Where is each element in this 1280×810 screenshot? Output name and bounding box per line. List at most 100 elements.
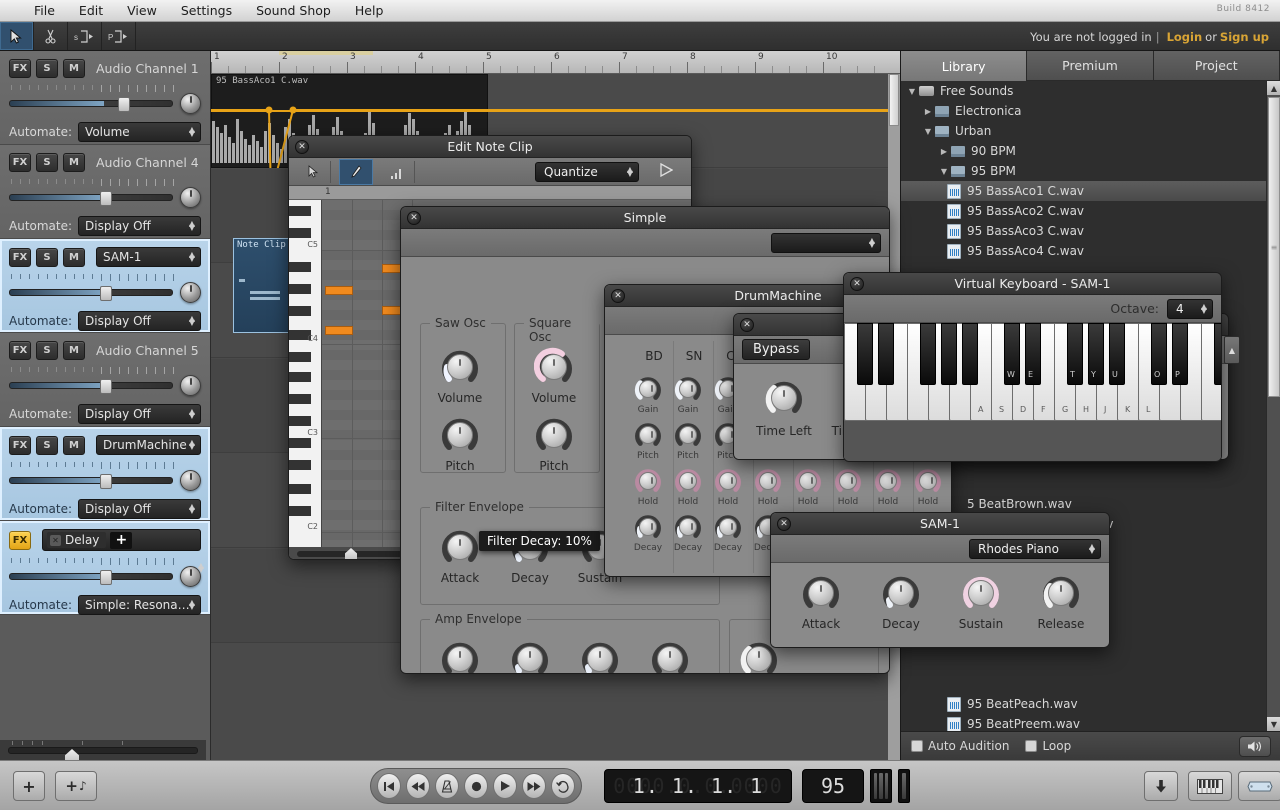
- note-rect[interactable]: [325, 286, 353, 295]
- tree-item-wav[interactable]: 95 BassAco2 C.wav: [901, 201, 1267, 221]
- knob-hold[interactable]: [794, 467, 822, 495]
- scroll-up-icon[interactable]: ▲: [1267, 81, 1280, 95]
- channel-strip-fx[interactable]: FX ✕ Delay + ▲▼: [0, 521, 210, 615]
- close-icon[interactable]: ✕: [50, 535, 61, 546]
- knob-gain-sn[interactable]: [674, 375, 702, 403]
- pan-knob[interactable]: [180, 566, 201, 587]
- knob-cap[interactable]: [771, 385, 797, 411]
- automate-select[interactable]: Display Off ▲▼: [78, 404, 201, 424]
- knob-amp-attack[interactable]: [440, 639, 480, 674]
- tree-item-wav[interactable]: 95 BassAco1 C.wav: [901, 181, 1267, 201]
- bpm-display[interactable]: 95: [802, 769, 864, 803]
- knob-filter-attack[interactable]: [440, 527, 480, 567]
- tree-item-electronica[interactable]: ▶ Electronica: [901, 101, 1267, 121]
- knob-cap[interactable]: [639, 518, 657, 536]
- knob-cap[interactable]: [541, 422, 567, 448]
- chevron-right-icon[interactable]: ▶: [937, 147, 951, 156]
- automate-select[interactable]: Simple: Resonance ▲▼: [78, 595, 201, 615]
- zoom-track[interactable]: [297, 551, 417, 557]
- fast-forward-button[interactable]: [522, 773, 546, 799]
- solo-button[interactable]: S: [36, 436, 58, 455]
- chevron-down-icon[interactable]: ▼: [905, 87, 919, 96]
- knob-cap[interactable]: [968, 580, 994, 606]
- bypass-button[interactable]: Bypass: [742, 339, 810, 360]
- fx-button[interactable]: FX: [9, 341, 31, 360]
- volume-slider[interactable]: [9, 477, 173, 484]
- close-icon[interactable]: ✕: [407, 211, 421, 225]
- fx-button[interactable]: FX: [9, 436, 31, 455]
- pan-knob[interactable]: [180, 470, 201, 491]
- volume-slider[interactable]: [9, 382, 173, 389]
- record-button[interactable]: [464, 773, 488, 799]
- knob-square-pitch[interactable]: [534, 415, 574, 455]
- black-key[interactable]: [857, 323, 873, 385]
- chevron-down-icon[interactable]: ▼: [921, 127, 935, 136]
- volume-handle[interactable]: [100, 570, 112, 585]
- split-tool-button[interactable]: s: [68, 22, 102, 50]
- knob-cap[interactable]: [639, 380, 657, 398]
- fx-slot-delay[interactable]: ✕ Delay: [47, 532, 106, 548]
- timeline-ruler[interactable]: 1 2 3 4 5 6 7 8 9 10: [211, 51, 900, 74]
- tab-library[interactable]: Library: [901, 51, 1027, 81]
- login-link[interactable]: Login: [1167, 30, 1203, 44]
- knob-amp-decay[interactable]: [510, 639, 550, 674]
- volume-handle[interactable]: [100, 379, 112, 394]
- tree-item-free-sounds[interactable]: ▼ Free Sounds: [901, 81, 1267, 101]
- speaker-button[interactable]: [1239, 736, 1271, 757]
- window-titlebar[interactable]: ✕ SAM-1: [771, 513, 1109, 535]
- tab-premium[interactable]: Premium: [1027, 51, 1153, 81]
- channel-strip[interactable]: FX S M Audio Channel 5 Automate:: [0, 333, 210, 427]
- automation-line[interactable]: [211, 110, 900, 112]
- channel-strip-sam1[interactable]: FX S M SAM-1 ▲▼: [0, 239, 210, 333]
- window-titlebar[interactable]: ✕ Edit Note Clip: [289, 136, 691, 158]
- knob-release[interactable]: [1041, 573, 1081, 613]
- piano-roll-keys[interactable]: C5 C4 C3 C2: [289, 200, 322, 547]
- tree-item-urban[interactable]: ▼ Urban: [901, 121, 1267, 141]
- solo-button[interactable]: S: [36, 153, 58, 172]
- mute-button[interactable]: M: [63, 436, 85, 455]
- knob-time-left[interactable]: [764, 378, 804, 418]
- knob-square-volume[interactable]: [534, 347, 574, 387]
- volume-slider[interactable]: [9, 573, 173, 580]
- window-titlebar[interactable]: ✕ Simple: [401, 207, 889, 229]
- knob-hold[interactable]: [674, 467, 702, 495]
- volume-slider[interactable]: [9, 289, 173, 296]
- octave-select[interactable]: 4 ▲▼: [1167, 299, 1213, 319]
- close-icon[interactable]: ✕: [850, 277, 864, 291]
- chevron-down-icon[interactable]: ▼: [937, 167, 951, 176]
- keyboard-scroll-nub[interactable]: ▲: [1224, 336, 1240, 364]
- zoom-slider[interactable]: [8, 747, 198, 754]
- knob-cap[interactable]: [839, 472, 857, 490]
- black-key[interactable]: [962, 323, 978, 385]
- knob-gain-bd[interactable]: [634, 375, 662, 403]
- knob-cap[interactable]: [746, 646, 772, 672]
- automate-select[interactable]: Display Off ▲▼: [78, 499, 201, 519]
- channel-strip[interactable]: FX S M Audio Channel 1 Automate:: [0, 51, 210, 145]
- close-icon[interactable]: ✕: [740, 318, 754, 332]
- knob-saw-volume[interactable]: [440, 347, 480, 387]
- knob-cap[interactable]: [1048, 580, 1074, 606]
- close-icon[interactable]: ✕: [777, 517, 791, 531]
- automate-select[interactable]: Display Off ▲▼: [78, 311, 201, 331]
- tree-item-95bpm[interactable]: ▼ 95 BPM: [901, 161, 1267, 181]
- knob-cap[interactable]: [639, 426, 657, 444]
- tree-item-wav[interactable]: 95 BeatPreem.wav: [901, 714, 1080, 731]
- channel-strip[interactable]: FX S M Audio Channel 4 Automate:: [0, 145, 210, 239]
- metronome-button[interactable]: [435, 773, 459, 799]
- mute-button[interactable]: M: [63, 59, 85, 78]
- pencil-tool-button[interactable]: [339, 159, 373, 185]
- knob-cap[interactable]: [679, 518, 697, 536]
- fx-button[interactable]: FX: [9, 248, 31, 267]
- mute-button[interactable]: M: [63, 248, 85, 267]
- black-key[interactable]: [878, 323, 894, 385]
- pointer-tool-button[interactable]: [0, 22, 34, 50]
- scroll-down-icon[interactable]: ▼: [1267, 717, 1280, 731]
- window-titlebar[interactable]: ✕ Virtual Keyboard - SAM-1: [844, 273, 1221, 295]
- add-fx-button[interactable]: +: [110, 532, 132, 549]
- menu-item-file[interactable]: File: [22, 1, 67, 20]
- knob-attack[interactable]: [801, 573, 841, 613]
- knob-cap[interactable]: [447, 422, 473, 448]
- quantize-select[interactable]: Quantize ▲▼: [535, 162, 639, 182]
- knob-cap[interactable]: [799, 472, 817, 490]
- mute-button[interactable]: M: [63, 153, 85, 172]
